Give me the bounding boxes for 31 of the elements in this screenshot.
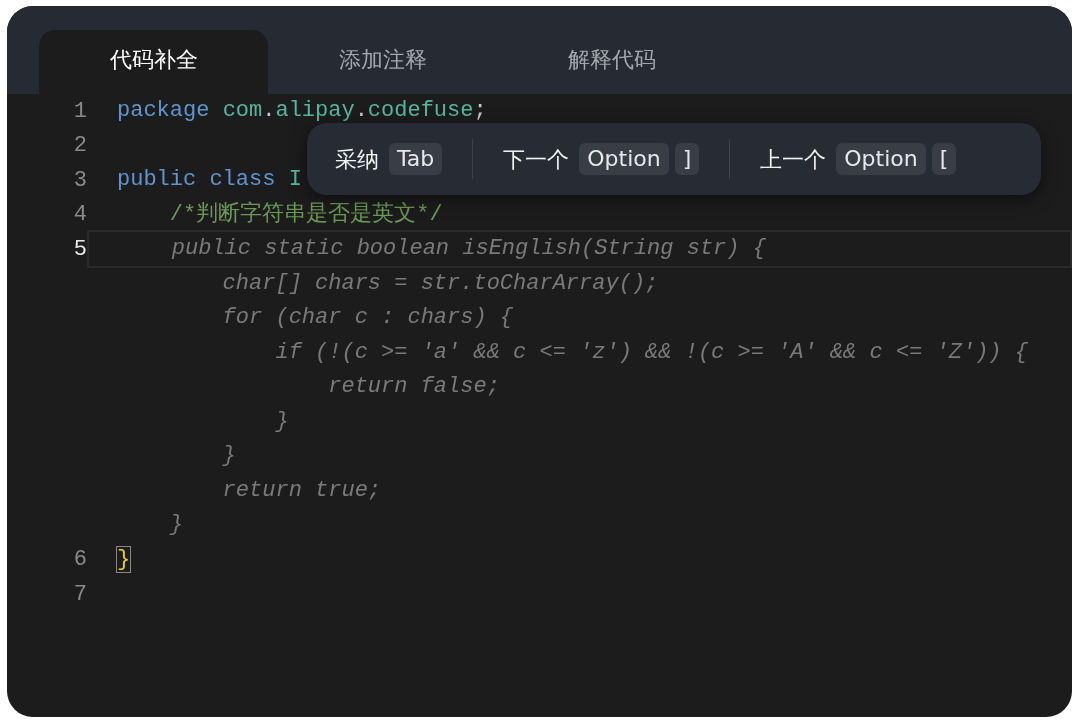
suggestion-line: char[] chars = str.toCharArray(); [221,269,659,298]
suggestion-line: public static boolean isEnglish(String str) { [170,235,766,264]
tab[interactable]: 代码补全 [39,30,268,94]
line-number: 1 [73,98,87,124]
line-number: 6 [73,547,87,573]
line-number: 7 [73,581,87,607]
action-label: 采纳 [335,145,379,174]
suggestion-line: } [274,407,289,436]
suggestion-line: for (char c : chars) { [221,304,514,333]
suggestion-line: return true; [221,476,382,505]
tab[interactable]: 添加注释 [268,30,497,94]
code-line: } [117,545,131,574]
line-number: 5 [73,236,87,262]
key-cap: Option [836,143,926,175]
suggestion-line: } [221,442,236,471]
key-cap: [ [931,143,957,175]
suggestion-line: return false; [327,373,500,402]
code-line: public class I [117,166,302,195]
suggestion-line: if (!(c >= 'a' && c <= 'z') && !(c >= 'A' && c <= 'Z')) { [274,338,1028,367]
action-label: 下一个 [503,145,570,174]
key-cap: Tab [389,143,443,175]
key-cap: Option [579,143,669,175]
tab[interactable]: 解释代码 [497,30,726,94]
action-label: 上一个 [760,145,827,174]
line-number: 2 [73,133,87,159]
key-cap: ] [674,143,700,175]
code-line: package com.alipay.codefuse; [117,97,487,126]
line-number: 3 [73,167,87,193]
code-line: /*判断字符串是否是英文*/ [168,200,443,229]
suggestion-line: } [168,511,183,540]
line-number: 4 [73,202,87,228]
